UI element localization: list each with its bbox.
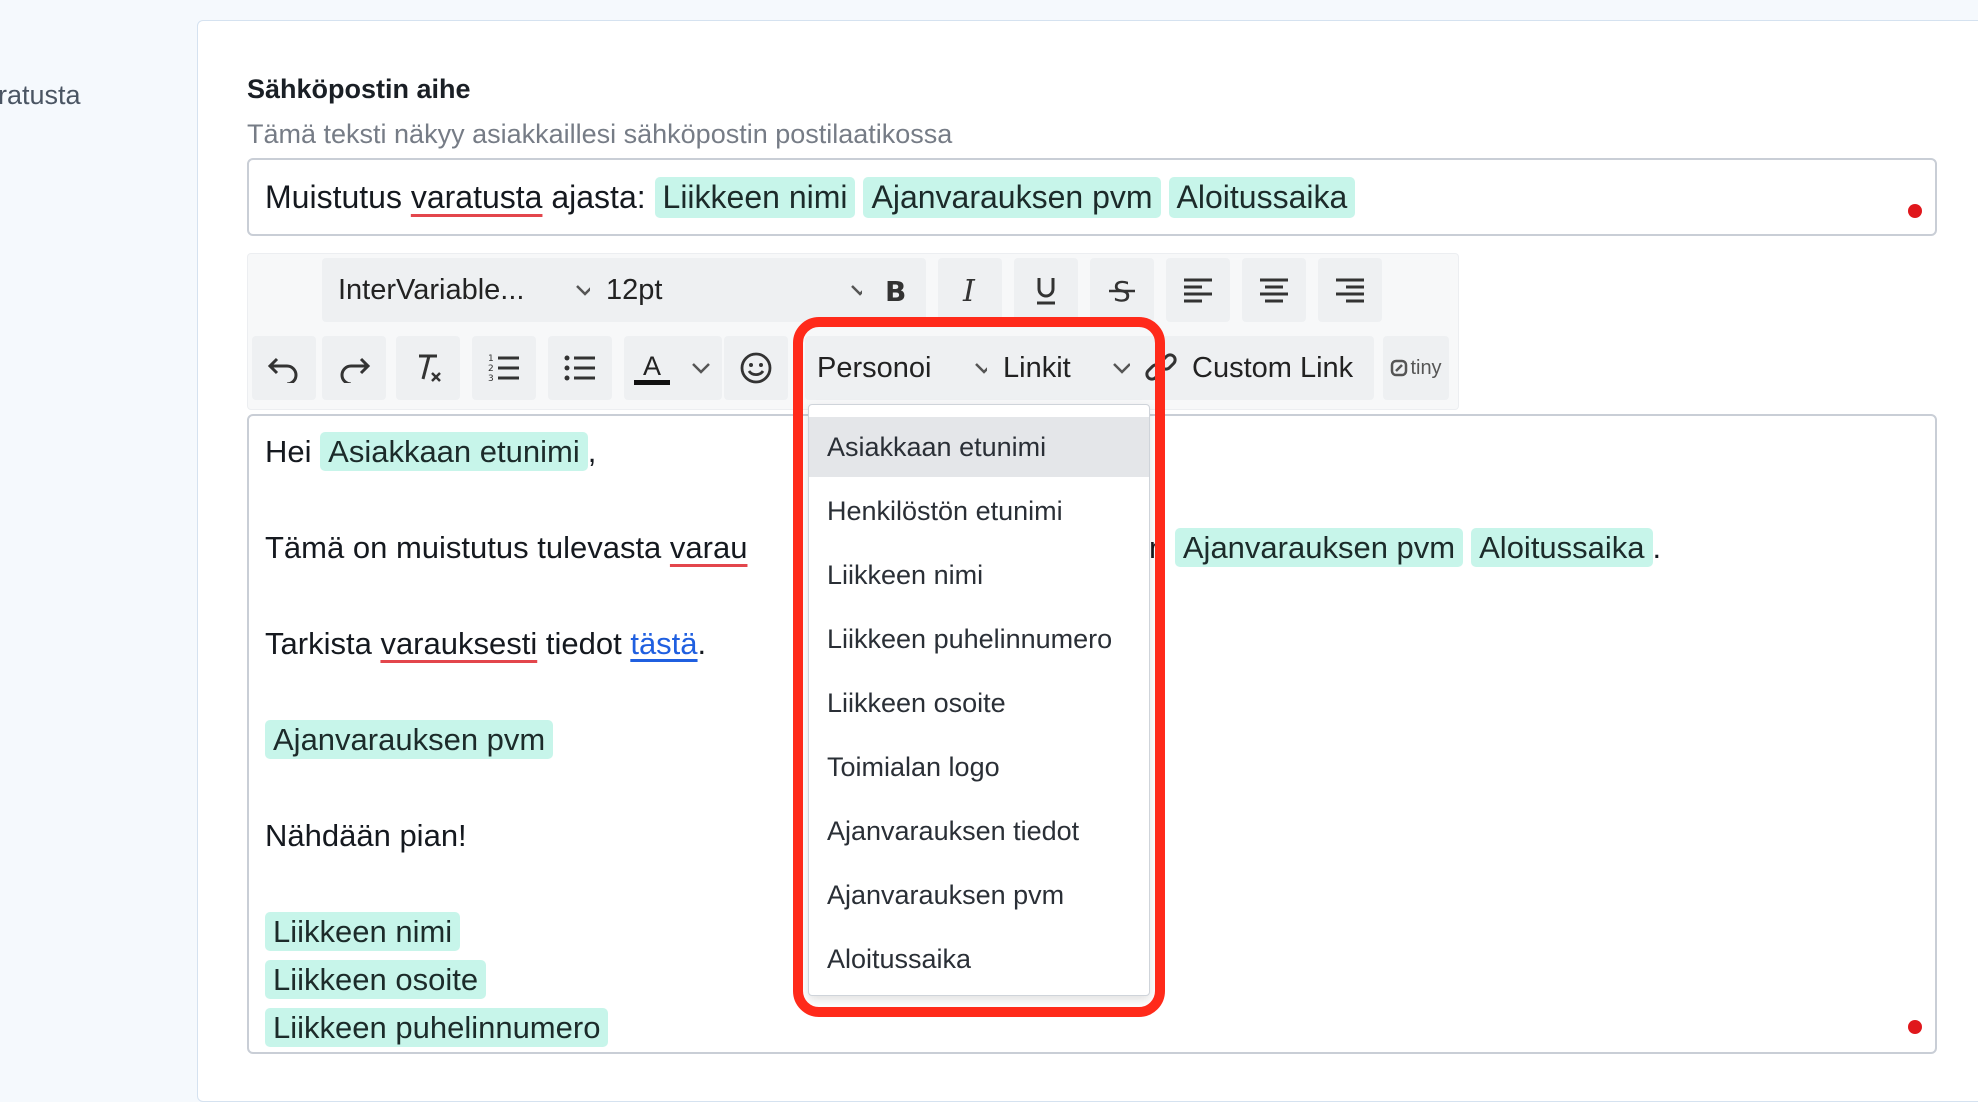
footer-tag-phone-line: Liikkeen puhelinnumero xyxy=(265,1008,616,1047)
editor-line-greeting: Hei Asiakkaan etunimi, xyxy=(265,432,597,471)
clear-formatting-icon xyxy=(419,354,441,382)
strikethrough-icon: S xyxy=(1109,275,1135,306)
clear-formatting-button[interactable] xyxy=(396,336,460,400)
numbered-list-icon: 123 xyxy=(488,354,519,384)
bullet-list-icon xyxy=(564,355,595,381)
subject-tag-start-time[interactable]: Aloitussaika xyxy=(1168,176,1356,218)
svg-text:2: 2 xyxy=(488,364,494,374)
footer-tag-business-name-line: Liikkeen nimi xyxy=(265,912,468,951)
subject-tag-business-name[interactable]: Liikkeen nimi xyxy=(654,176,856,218)
align-right-icon xyxy=(1336,278,1364,303)
tiny-logo[interactable]: tiny xyxy=(1383,336,1449,400)
chevron-down-icon xyxy=(692,363,710,374)
reminder-period: . xyxy=(1652,530,1662,565)
footer-tag-business-phone[interactable]: Liikkeen puhelinnumero xyxy=(265,1008,609,1047)
body-tag-appointment-date[interactable]: Ajanvarauksen pvm xyxy=(1174,528,1464,567)
greeting-text: Hei xyxy=(265,434,312,469)
align-center-button[interactable] xyxy=(1242,258,1306,322)
subject-text-prefix: Muistutus xyxy=(265,178,402,215)
svg-text:B: B xyxy=(885,275,906,305)
text-color-letter: A xyxy=(642,350,661,381)
undo-icon xyxy=(267,357,298,383)
subject-tag-appointment-date[interactable]: Ajanvarauksen pvm xyxy=(863,176,1161,218)
subject-label: Sähköpostin aihe xyxy=(247,74,471,104)
editor-line-date: Ajanvarauksen pvm xyxy=(265,720,561,759)
underline-icon xyxy=(1037,278,1055,305)
custom-link-button[interactable]: Custom Link xyxy=(1130,336,1374,400)
body-required-indicator xyxy=(1908,1020,1922,1034)
font-size-value: 12pt xyxy=(606,273,663,306)
check-period: . xyxy=(697,626,707,661)
bold-icon: B xyxy=(885,275,906,305)
subject-required-indicator xyxy=(1908,204,1922,218)
annotation-highlight-box xyxy=(793,317,1165,1017)
font-family-select[interactable]: InterVariable... xyxy=(322,258,612,322)
editor-line-see-you: Nähdään pian! xyxy=(265,818,467,853)
footer-tag-business-name[interactable]: Liikkeen nimi xyxy=(265,912,461,951)
font-size-select[interactable]: 12pt xyxy=(590,258,887,322)
subject-input[interactable]: Muistutus varatusta ajasta: Liikkeen nim… xyxy=(247,158,1937,236)
text-color-button[interactable]: A xyxy=(624,336,722,400)
body-tag-customer-first-name[interactable]: Asiakkaan etunimi xyxy=(320,432,588,471)
strikethrough-button[interactable]: S xyxy=(1090,258,1154,322)
reminder-text: Tämä on muistutus tulevasta xyxy=(265,530,662,565)
body-tag-appointment-date-standalone[interactable]: Ajanvarauksen pvm xyxy=(265,720,554,759)
undo-button[interactable] xyxy=(252,336,316,400)
footer-tag-business-address[interactable]: Liikkeen osoite xyxy=(265,960,487,999)
reminder-misspelled-word: varau xyxy=(669,530,748,565)
align-center-icon xyxy=(1260,278,1288,303)
subject-misspelled-word: varatusta xyxy=(410,178,543,215)
bold-button[interactable]: B xyxy=(862,258,926,322)
tiny-icon xyxy=(1391,359,1408,377)
subject-text-suffix: ajasta: xyxy=(551,178,646,215)
check-text-start: Tarkista xyxy=(265,626,372,661)
emoji-button[interactable] xyxy=(724,336,788,400)
bullet-list-button[interactable] xyxy=(548,336,612,400)
check-misspelled-word: varauksesti xyxy=(380,626,538,661)
align-right-button[interactable] xyxy=(1318,258,1382,322)
italic-icon: I xyxy=(962,275,976,305)
svg-text:I: I xyxy=(962,275,976,305)
footer-tag-address-line: Liikkeen osoite xyxy=(265,960,494,999)
underline-button[interactable] xyxy=(1014,258,1078,322)
custom-link-label: Custom Link xyxy=(1192,351,1354,384)
body-tag-start-time[interactable]: Aloitussaika xyxy=(1471,528,1653,567)
editor-line-reminder-tail: n Ajanvarauksen pvm Aloitussaika. xyxy=(1149,528,1662,567)
redo-button[interactable] xyxy=(322,336,386,400)
align-left-icon xyxy=(1184,278,1212,303)
text-color-swatch xyxy=(634,379,670,385)
greeting-comma: , xyxy=(587,434,597,469)
check-link[interactable]: tästä xyxy=(630,626,697,661)
align-left-button[interactable] xyxy=(1166,258,1230,322)
redo-icon xyxy=(340,357,371,383)
editor-line-check: Tarkista varauksesti tiedot tästä. xyxy=(265,626,706,662)
tiny-label: tiny xyxy=(1410,356,1442,379)
subject-help-text: Tämä teksti näkyy asiakkaillesi sähköpos… xyxy=(247,119,953,149)
font-family-value: InterVariable... xyxy=(338,273,525,306)
sidebar-partial-label: ratusta xyxy=(0,80,81,110)
numbered-list-button[interactable]: 123 xyxy=(472,336,536,400)
emoji-icon xyxy=(740,352,772,384)
check-text-mid: tiedot xyxy=(545,626,622,661)
italic-button[interactable]: I xyxy=(938,258,1002,322)
svg-text:1: 1 xyxy=(488,354,494,364)
editor-line-reminder: Tämä on muistutus tulevasta varau xyxy=(265,530,747,566)
svg-text:3: 3 xyxy=(488,374,494,384)
